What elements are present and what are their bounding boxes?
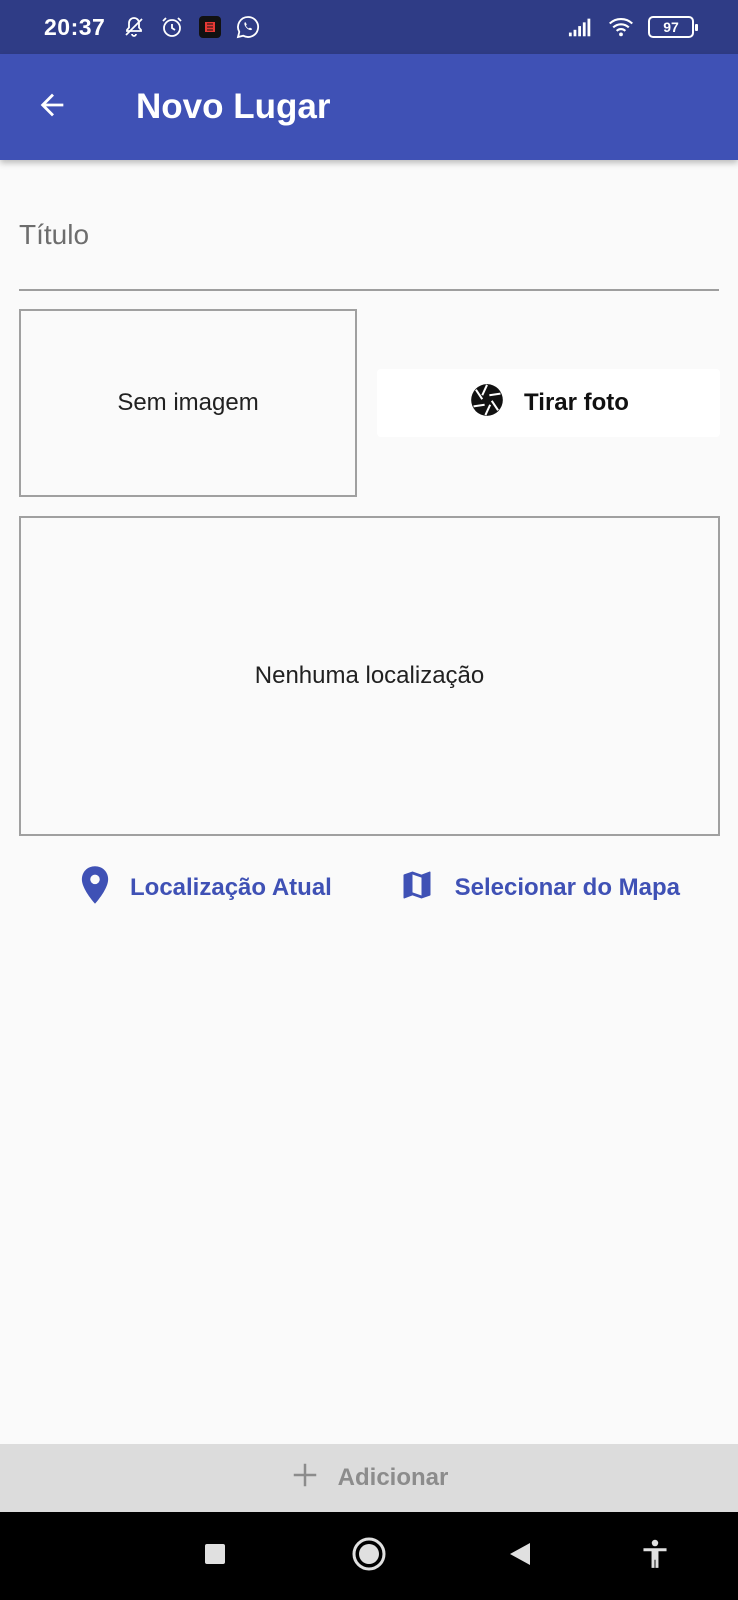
- recents-square-icon: [204, 1543, 226, 1570]
- signal-icon: [568, 14, 594, 40]
- back-triangle-icon: [508, 1541, 532, 1572]
- select-from-map-label: Selecionar do Mapa: [454, 874, 680, 901]
- recents-button[interactable]: [180, 1512, 250, 1600]
- back-nav-button[interactable]: [485, 1512, 555, 1600]
- system-nav-bar: [0, 1512, 738, 1600]
- battery-level: 97: [663, 19, 679, 35]
- add-button-label: Adicionar: [337, 1464, 449, 1491]
- wifi-icon: [608, 14, 634, 40]
- location-actions: Localização Atual Selecionar do Mapa: [70, 856, 690, 920]
- app-bar: Novo Lugar: [0, 54, 738, 160]
- map-icon: [399, 867, 435, 910]
- image-preview: Sem imagem: [19, 309, 357, 497]
- status-bar: 20:37 97: [0, 0, 738, 54]
- title-input[interactable]: [19, 205, 719, 265]
- camera-aperture-icon: [468, 381, 506, 426]
- image-empty-text: Sem imagem: [117, 389, 259, 416]
- arrow-left-icon: [35, 88, 69, 127]
- title-field: [19, 205, 719, 291]
- back-button[interactable]: [0, 54, 104, 160]
- take-photo-button[interactable]: Tirar foto: [377, 369, 720, 437]
- location-pin-icon: [80, 865, 110, 912]
- page-title: Novo Lugar: [136, 87, 331, 126]
- accessibility-button[interactable]: [620, 1512, 690, 1600]
- take-photo-label: Tirar foto: [524, 389, 629, 416]
- accessibility-icon: [641, 1539, 669, 1574]
- location-empty-text: Nenhuma localização: [254, 662, 485, 689]
- plus-icon: [290, 1460, 320, 1497]
- location-preview: Nenhuma localização: [19, 516, 720, 836]
- status-time: 20:37: [44, 13, 106, 40]
- status-right: 97: [568, 14, 698, 40]
- select-from-map-button[interactable]: Selecionar do Mapa: [389, 861, 690, 916]
- current-location-label: Localização Atual: [130, 874, 332, 901]
- muted-notifications-icon: [121, 14, 147, 40]
- current-location-button[interactable]: Localização Atual: [70, 859, 342, 918]
- alarm-icon: [159, 14, 185, 40]
- status-left: 20:37: [44, 14, 261, 41]
- home-circle-icon: [351, 1536, 387, 1577]
- add-button[interactable]: Adicionar: [0, 1444, 738, 1512]
- app-notification-icon: [197, 14, 223, 40]
- whatsapp-icon: [235, 14, 261, 40]
- home-button[interactable]: [334, 1512, 404, 1600]
- battery-icon: 97: [648, 16, 698, 38]
